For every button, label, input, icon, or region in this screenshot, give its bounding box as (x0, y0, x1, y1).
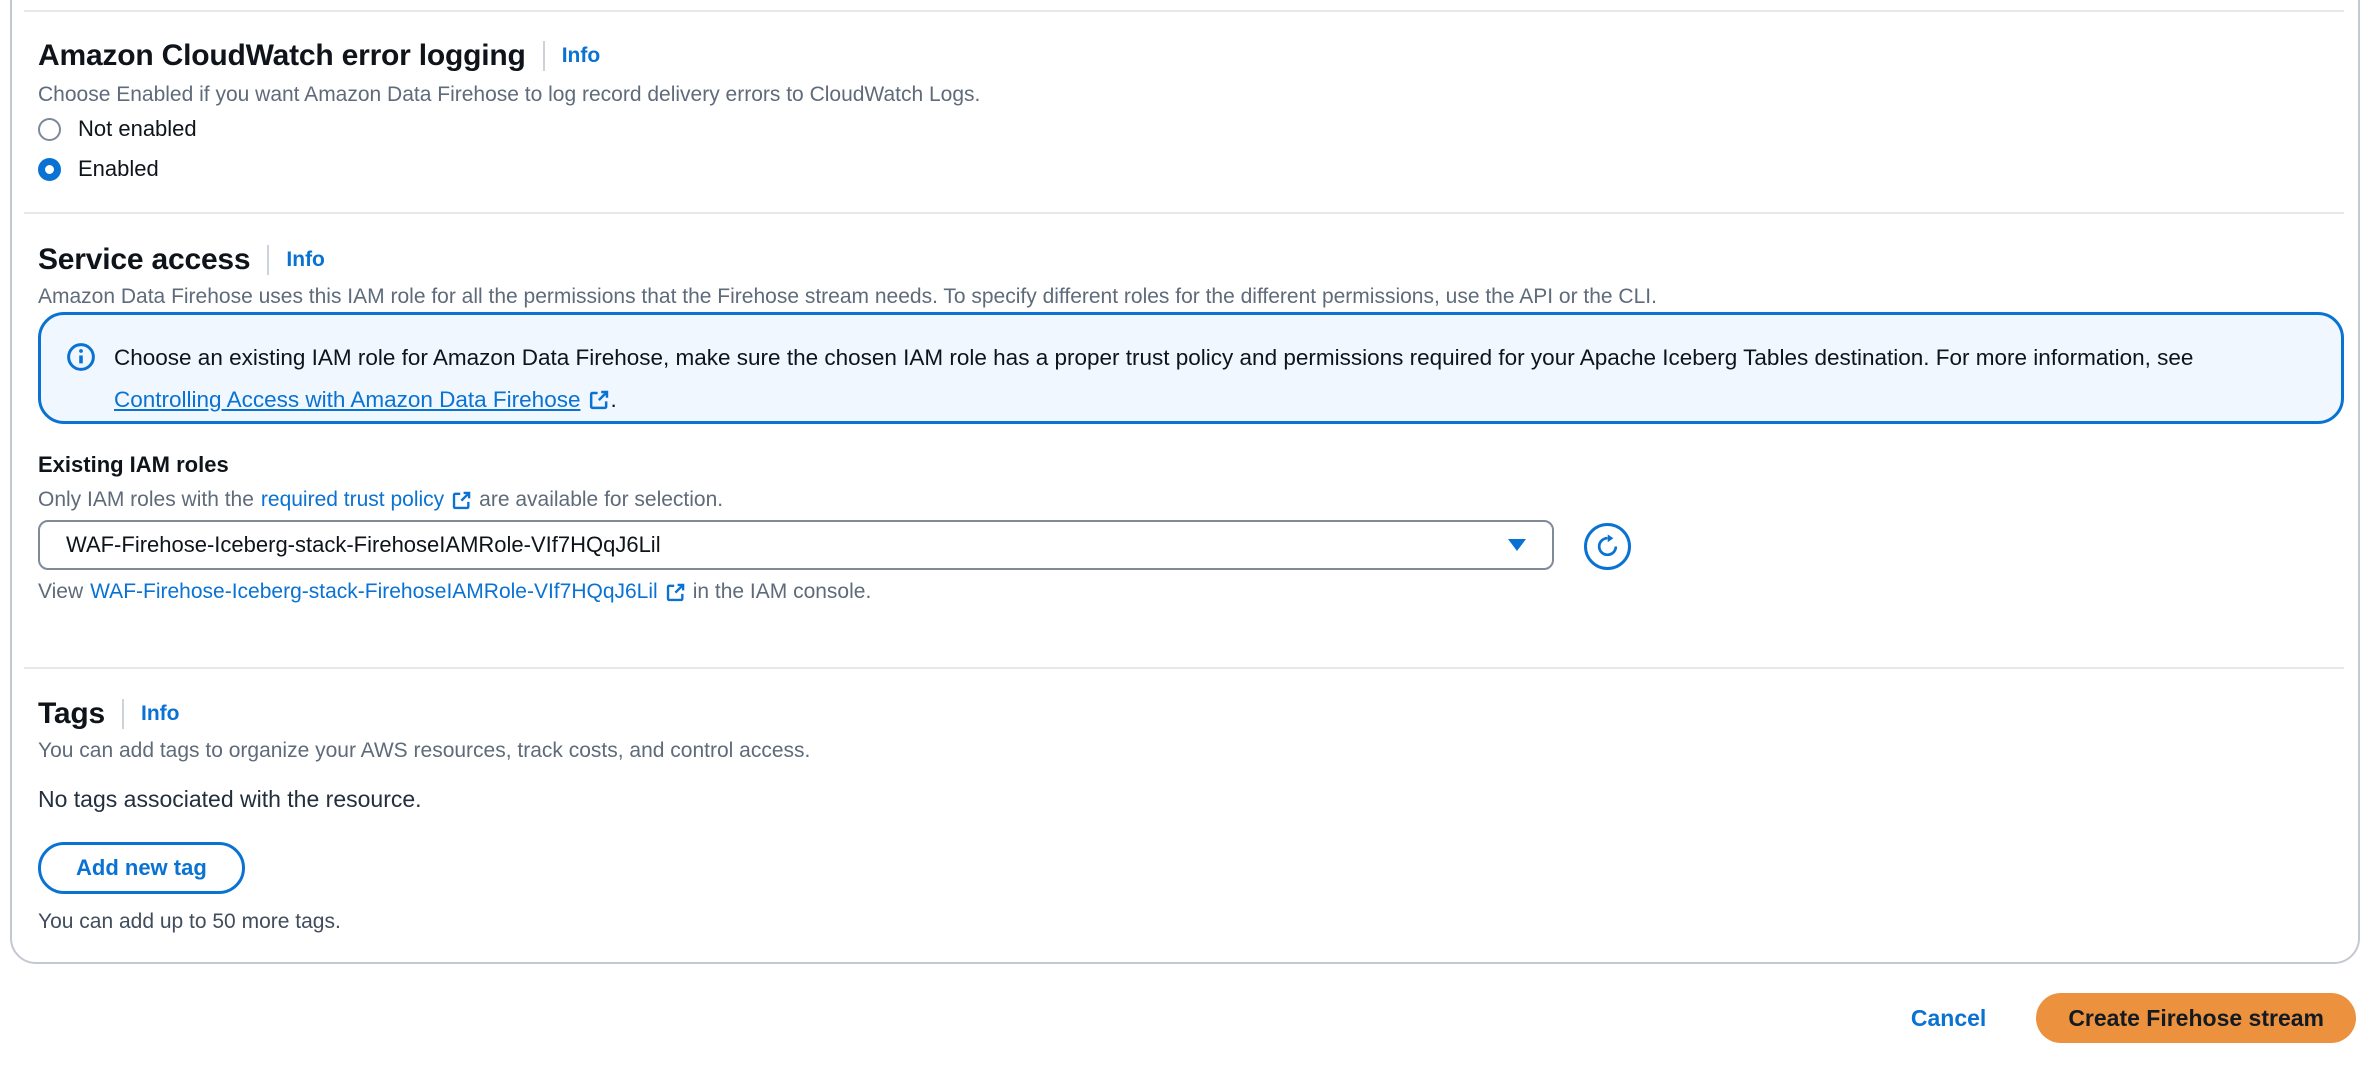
alert-text-line2: Controlling Access with Amazon Data Fire… (114, 379, 2193, 421)
cloudwatch-description: Choose Enabled if you want Amazon Data F… (38, 83, 981, 106)
settings-panel: Amazon CloudWatch error logging Info Cho… (10, 0, 2360, 964)
info-circle-icon (66, 342, 96, 372)
form-actions: Cancel Create Firehose stream (1911, 993, 2356, 1043)
radio-option-not-enabled[interactable]: Not enabled (38, 114, 197, 144)
cloudwatch-info-link[interactable]: Info (562, 44, 600, 68)
external-link-icon (665, 582, 686, 603)
radio-label: Not enabled (78, 116, 197, 141)
iam-roles-description: Only IAM roles with the required trust p… (38, 488, 723, 512)
alert-message: Choose an existing IAM role for Amazon D… (114, 337, 2193, 421)
section-divider (24, 667, 2344, 669)
add-new-tag-button[interactable]: Add new tag (38, 842, 245, 894)
view-role-link-label: WAF-Firehose-Iceberg-stack-FirehoseIAMRo… (90, 580, 658, 603)
radio-icon (38, 117, 61, 141)
header-separator (122, 699, 124, 729)
cloudwatch-error-logging-header: Amazon CloudWatch error logging Info (38, 36, 600, 76)
cancel-button[interactable]: Cancel (1911, 1005, 1986, 1032)
required-trust-policy-link[interactable]: required trust policy (261, 488, 472, 512)
refresh-roles-button[interactable] (1584, 523, 1631, 570)
service-access-description: Amazon Data Firehose uses this IAM role … (38, 285, 1657, 308)
radio-icon (38, 157, 61, 181)
view-prefix: View (38, 580, 84, 603)
tags-limit-message: You can add up to 50 more tags. (38, 910, 341, 933)
header-separator (267, 245, 270, 275)
iam-role-select-value: WAF-Firehose-Iceberg-stack-FirehoseIAMRo… (66, 532, 661, 557)
no-tags-message: No tags associated with the resource. (38, 786, 422, 812)
alert-text-line1: Choose an existing IAM role for Amazon D… (114, 345, 2194, 370)
desc-prefix: Only IAM roles with the (38, 488, 254, 511)
radio-label: Enabled (78, 156, 159, 181)
view-role-link[interactable]: WAF-Firehose-Iceberg-stack-FirehoseIAMRo… (90, 580, 686, 604)
section-divider (24, 10, 2344, 12)
view-suffix: in the IAM console. (692, 580, 872, 603)
radio-option-enabled[interactable]: Enabled (38, 154, 159, 184)
external-link-icon (588, 389, 610, 411)
external-link-icon (451, 490, 472, 511)
tags-info-link[interactable]: Info (141, 702, 179, 726)
header-separator (542, 41, 545, 71)
section-divider (24, 212, 2344, 214)
existing-iam-roles-label: Existing IAM roles (38, 452, 229, 477)
tags-description: You can add tags to organize your AWS re… (38, 739, 811, 762)
service-access-header: Service access Info (38, 240, 325, 280)
caret-down-icon (1508, 539, 1526, 551)
tags-title: Tags (38, 697, 105, 730)
cloudwatch-error-logging-title: Amazon CloudWatch error logging (38, 39, 526, 72)
controlling-access-link-label: Controlling Access with Amazon Data Fire… (114, 387, 581, 412)
desc-suffix: are available for selection. (479, 488, 724, 511)
required-trust-policy-label: required trust policy (260, 488, 445, 511)
alert-period: . (610, 387, 617, 412)
tags-header: Tags Info (38, 694, 179, 734)
iam-role-info-alert: Choose an existing IAM role for Amazon D… (38, 312, 2344, 424)
firehose-create-page: Amazon CloudWatch error logging Info Cho… (0, 0, 2380, 1072)
controlling-access-link[interactable]: Controlling Access with Amazon Data Fire… (114, 379, 610, 421)
view-role-row: View WAF-Firehose-Iceberg-stack-Firehose… (38, 580, 871, 604)
service-access-info-link[interactable]: Info (286, 248, 324, 272)
service-access-title: Service access (38, 243, 251, 276)
create-firehose-stream-button[interactable]: Create Firehose stream (2036, 993, 2356, 1043)
iam-role-select[interactable]: WAF-Firehose-Iceberg-stack-FirehoseIAMRo… (38, 520, 1554, 570)
